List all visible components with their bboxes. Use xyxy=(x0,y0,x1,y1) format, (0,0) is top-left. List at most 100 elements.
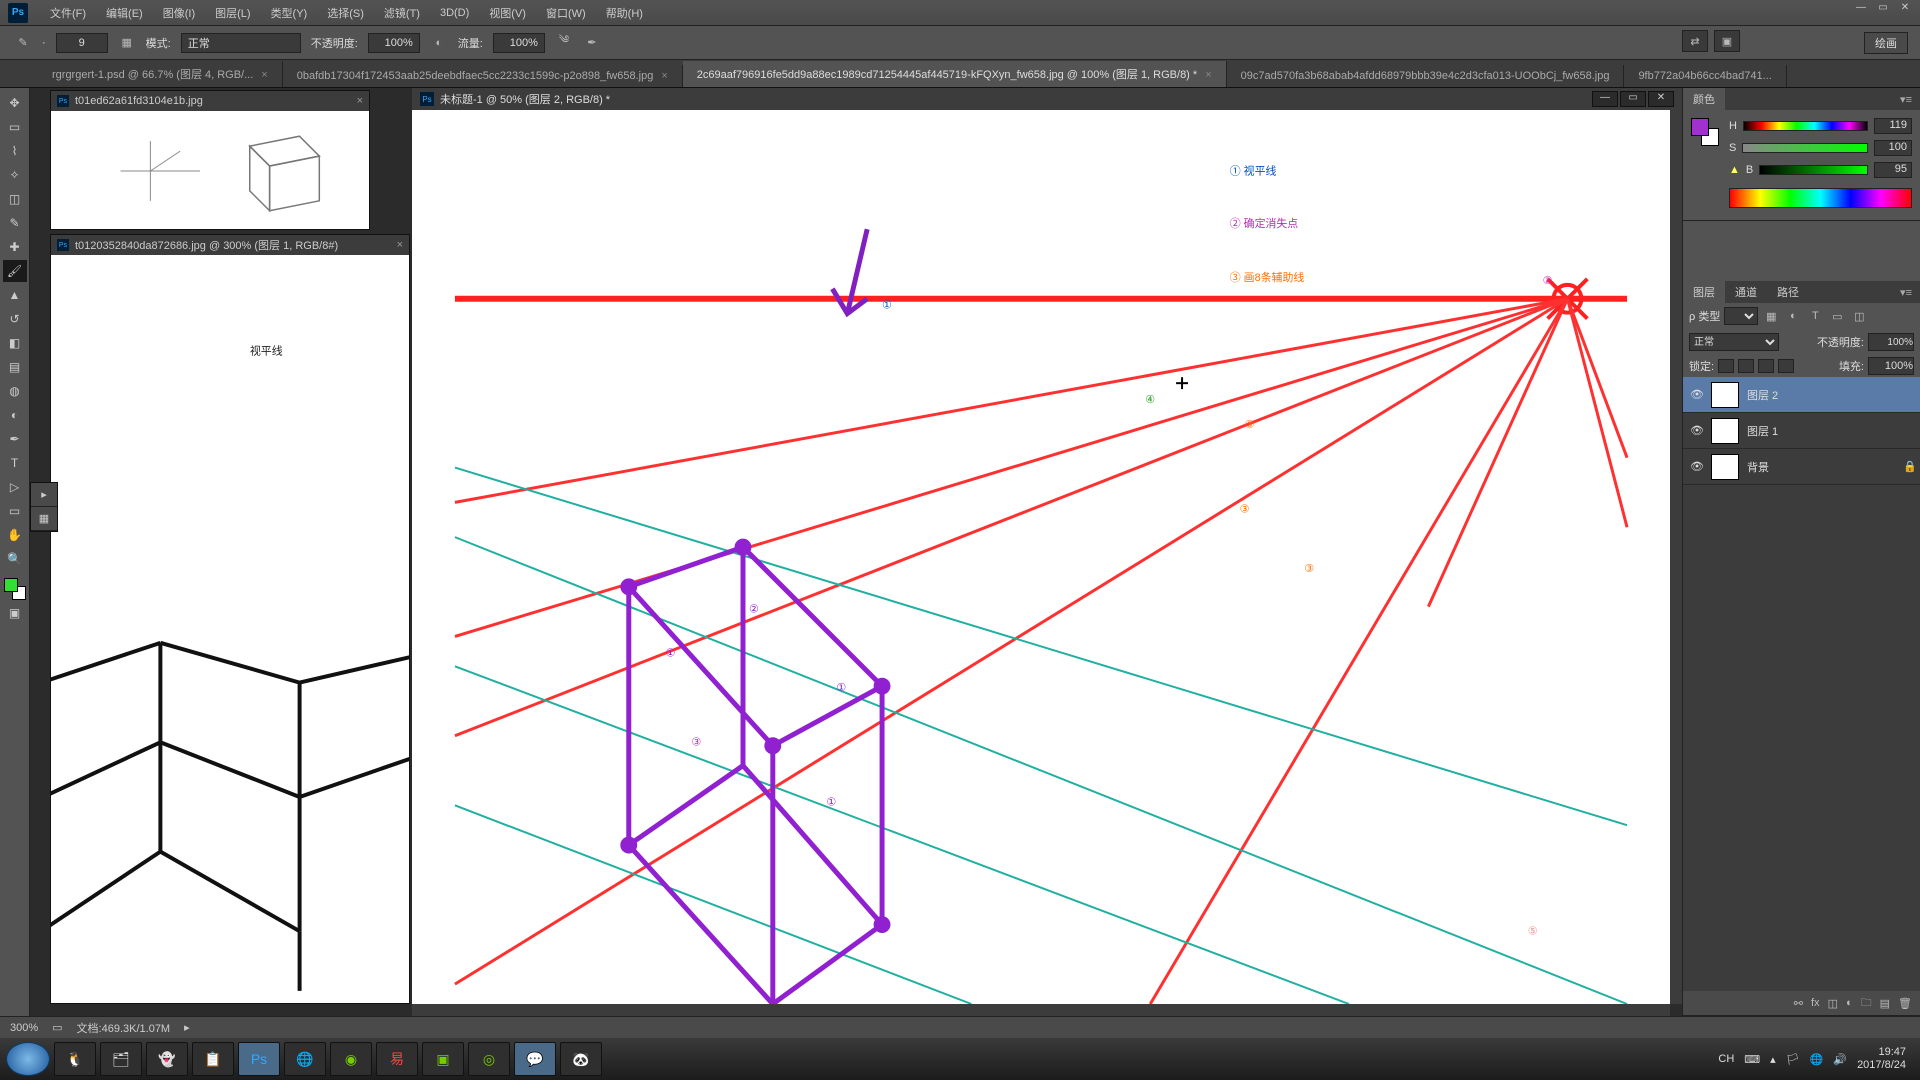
taskbar-app-icon[interactable]: 👻 xyxy=(146,1042,188,1076)
visibility-icon[interactable]: 👁 xyxy=(1683,388,1711,401)
window-maximize-button[interactable]: ▭ xyxy=(1872,2,1894,16)
opacity-field[interactable]: 100% xyxy=(368,33,420,53)
workspace-switcher[interactable]: 绘画 xyxy=(1864,32,1908,54)
layer-thumbnail[interactable] xyxy=(1711,454,1739,480)
foreground-color[interactable] xyxy=(4,578,18,592)
layer-fx-icon[interactable]: fx xyxy=(1811,997,1820,1009)
taskbar-app-icon[interactable]: ▣ xyxy=(422,1042,464,1076)
taskbar-app-icon[interactable]: 易 xyxy=(376,1042,418,1076)
network-icon[interactable]: 🌐 xyxy=(1810,1053,1824,1066)
gradient-tool[interactable]: ▤ xyxy=(3,356,27,378)
menu-help[interactable]: 帮助(H) xyxy=(596,5,653,21)
canvas[interactable]: ① 视平线 ② 确定消失点 ③ 画8条辅助线 ① ② ③ ③ ③ ④ ② ① ① xyxy=(412,110,1670,1004)
type-tool[interactable]: T xyxy=(3,452,27,474)
link-layers-icon[interactable]: ⚯ xyxy=(1794,997,1803,1010)
pen-tool[interactable]: ✒ xyxy=(3,428,27,450)
eyedropper-tool[interactable]: ✎ xyxy=(3,212,27,234)
panel-tab-layers[interactable]: 图层 xyxy=(1683,281,1725,303)
marquee-tool[interactable]: ▭ xyxy=(3,116,27,138)
foreground-color[interactable] xyxy=(1691,118,1709,136)
lock-all-icon[interactable] xyxy=(1778,359,1794,373)
filter-type-icon[interactable]: T xyxy=(1806,307,1824,325)
vertical-scrollbar[interactable] xyxy=(1670,110,1682,1004)
menu-view[interactable]: 视图(V) xyxy=(479,5,536,21)
taskbar-app-icon[interactable]: ◉ xyxy=(330,1042,372,1076)
sat-slider[interactable] xyxy=(1742,143,1868,153)
menu-select[interactable]: 选择(S) xyxy=(317,5,374,21)
doc-tab[interactable]: 9fb772a04b66cc4bad741... xyxy=(1624,65,1786,87)
lock-transparency-icon[interactable] xyxy=(1718,359,1734,373)
close-icon[interactable]: × xyxy=(397,239,403,251)
collapsed-panel-group[interactable]: ▸ ▦ xyxy=(30,482,58,532)
blur-tool[interactable]: ◍ xyxy=(3,380,27,402)
zoom-level[interactable]: 300% xyxy=(10,1022,38,1034)
delete-layer-icon[interactable]: 🗑 xyxy=(1898,997,1912,1010)
zoom-tool[interactable]: 🔍 xyxy=(3,548,27,570)
visibility-icon[interactable]: 👁 xyxy=(1683,460,1711,473)
lock-position-icon[interactable] xyxy=(1758,359,1774,373)
filter-smart-icon[interactable]: ◫ xyxy=(1850,307,1868,325)
menu-filter[interactable]: 滤镜(T) xyxy=(374,5,430,21)
taskbar-browser-icon[interactable]: 🌐 xyxy=(284,1042,326,1076)
doc-minimize-button[interactable]: — xyxy=(1592,91,1618,107)
layer-thumbnail[interactable] xyxy=(1711,418,1739,444)
layer-name[interactable]: 图层 1 xyxy=(1747,423,1778,439)
keyboard-icon[interactable]: ⌨ xyxy=(1744,1053,1760,1066)
layer-row[interactable]: 👁 图层 1 xyxy=(1683,413,1920,449)
healing-tool[interactable]: ✚ xyxy=(3,236,27,258)
doc-tab[interactable]: 0bafdb17304f172453aab25deebdfaec5cc2233c… xyxy=(283,65,683,87)
filter-shape-icon[interactable]: ▭ xyxy=(1828,307,1846,325)
panel-menu-icon[interactable]: ▾≡ xyxy=(1892,286,1920,299)
horizontal-scrollbar[interactable] xyxy=(412,1004,1670,1016)
layer-name[interactable]: 图层 2 xyxy=(1747,387,1778,403)
close-icon[interactable]: × xyxy=(1205,69,1211,81)
menu-image[interactable]: 图像(I) xyxy=(153,5,205,21)
window-close-button[interactable]: ✕ xyxy=(1894,2,1916,16)
eraser-tool[interactable]: ◧ xyxy=(3,332,27,354)
action-center-icon[interactable]: 🏳 xyxy=(1786,1053,1800,1066)
lock-pixels-icon[interactable] xyxy=(1738,359,1754,373)
sat-value[interactable]: 100 xyxy=(1874,140,1912,156)
opacity-pressure-icon[interactable]: ◐ xyxy=(430,34,448,52)
clock[interactable]: 19:47 2017/8/24 xyxy=(1857,1046,1906,1072)
reference-window-1[interactable]: Ps t01ed62a61fd3104e1b.jpg × xyxy=(50,90,370,230)
taskbar-app-icon[interactable]: 🐼 xyxy=(560,1042,602,1076)
new-layer-icon[interactable]: ▤ xyxy=(1880,997,1890,1010)
collapsed-panel-icon[interactable]: ▦ xyxy=(31,507,57,531)
taskbar-app-icon[interactable]: 🐧 xyxy=(54,1042,96,1076)
close-icon[interactable]: × xyxy=(357,95,363,107)
menu-edit[interactable]: 编辑(E) xyxy=(96,5,153,21)
hue-value[interactable]: 119 xyxy=(1874,118,1912,134)
taskbar-photoshop-icon[interactable]: Ps xyxy=(238,1042,280,1076)
close-icon[interactable]: × xyxy=(661,70,667,82)
collapsed-panel-icon[interactable]: ▸ xyxy=(31,483,57,507)
color-swatch[interactable] xyxy=(4,578,26,600)
fill-field[interactable] xyxy=(1868,357,1914,375)
menu-layer[interactable]: 图层(L) xyxy=(205,5,260,21)
color-swatch[interactable] xyxy=(1691,118,1719,146)
taskbar-app-icon[interactable]: 📋 xyxy=(192,1042,234,1076)
quick-mask-tool[interactable]: ▣ xyxy=(3,602,27,624)
filter-adjust-icon[interactable]: ◐ xyxy=(1784,307,1802,325)
panel-tab-paths[interactable]: 路径 xyxy=(1767,281,1809,303)
move-tool[interactable]: ✥ xyxy=(3,92,27,114)
lasso-tool[interactable]: ⌇ xyxy=(3,140,27,162)
bri-slider[interactable] xyxy=(1759,165,1868,175)
tray-overflow-icon[interactable]: ▴ xyxy=(1770,1053,1776,1066)
brush-preset-icon[interactable]: ▦ xyxy=(118,34,136,52)
wand-tool[interactable]: ✧ xyxy=(3,164,27,186)
menu-type[interactable]: 类型(Y) xyxy=(261,5,318,21)
panel-tab-color[interactable]: 颜色 xyxy=(1683,88,1725,110)
crop-tool[interactable]: ◫ xyxy=(3,188,27,210)
layer-opacity-field[interactable] xyxy=(1868,333,1914,351)
view-extras-icon[interactable]: ⇄ xyxy=(1682,30,1708,52)
reference-window-2[interactable]: Ps t0120352840da872686.jpg @ 300% (图层 1,… xyxy=(50,234,410,1004)
blend-mode-select[interactable]: 正常 xyxy=(181,33,301,53)
doc-close-button[interactable]: ✕ xyxy=(1648,91,1674,107)
start-button[interactable] xyxy=(6,1042,50,1076)
filter-kind-select[interactable] xyxy=(1724,307,1758,325)
taskbar-wechat-icon[interactable]: 💬 xyxy=(514,1042,556,1076)
bri-value[interactable]: 95 xyxy=(1874,162,1912,178)
menu-3d[interactable]: 3D(D) xyxy=(430,7,479,19)
volume-icon[interactable]: 🔊 xyxy=(1833,1053,1847,1066)
